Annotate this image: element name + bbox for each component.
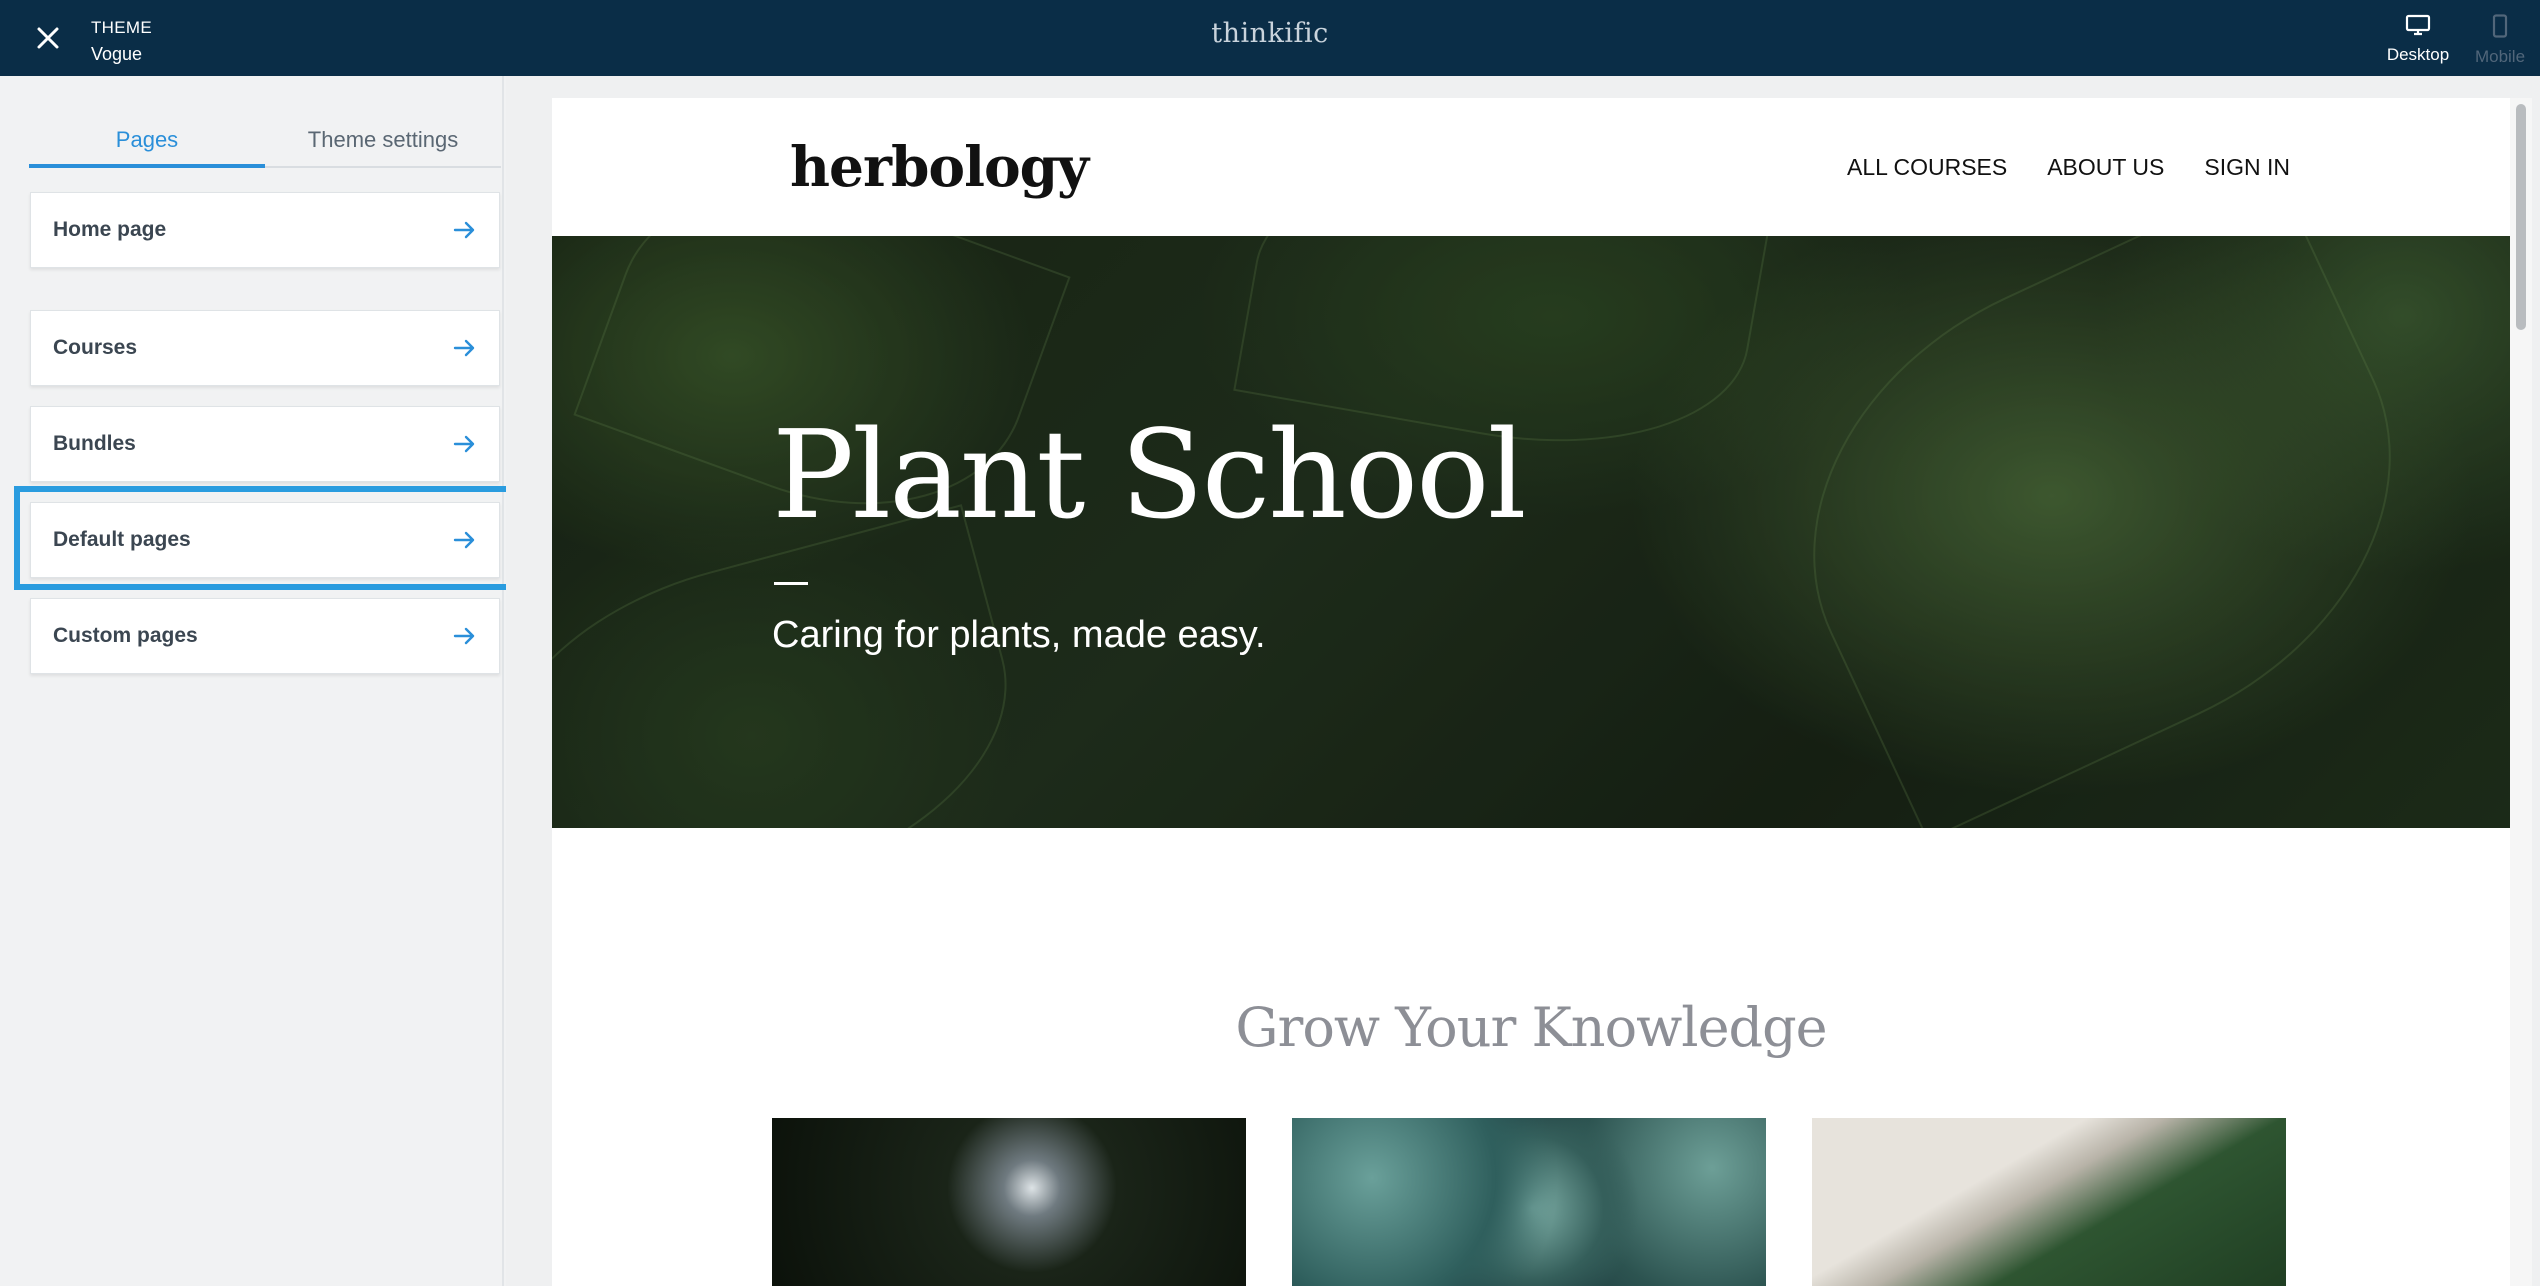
desktop-label: Desktop [2386, 45, 2450, 64]
theme-name: Vogue [91, 44, 143, 64]
page-item-label: Home page [53, 218, 167, 241]
sidebar: Pages Theme settings Home page Courses B… [0, 76, 516, 1286]
theme-caption: THEME [91, 18, 152, 37]
preview-area: herbology ALL COURSES ABOUT US SIGN IN P… [506, 76, 2540, 1286]
site-nav: ALL COURSES ABOUT US SIGN IN [1847, 154, 2290, 181]
page-item-label: Courses [53, 336, 138, 359]
sidebar-tabs: Pages Theme settings [29, 112, 501, 168]
hero-title: Plant School [772, 404, 1527, 546]
page-item-label: Custom pages [53, 624, 198, 647]
close-button[interactable] [28, 18, 68, 58]
page-item-custom-pages[interactable]: Custom pages [30, 598, 500, 674]
mobile-view-button[interactable]: Mobile [2460, 14, 2540, 67]
scrollbar-thumb[interactable] [2516, 104, 2526, 330]
site-preview: herbology ALL COURSES ABOUT US SIGN IN P… [552, 98, 2510, 1286]
arrow-right-icon [453, 627, 475, 645]
page-item-courses[interactable]: Courses [30, 310, 500, 386]
page-item-bundles[interactable]: Bundles [30, 406, 500, 482]
theme-info: THEME Vogue [91, 17, 152, 66]
course-card-image[interactable] [1292, 1118, 1766, 1286]
hero-banner: Plant School Caring for plants, made eas… [552, 236, 2510, 828]
close-icon [37, 27, 59, 49]
nav-sign-in[interactable]: SIGN IN [2204, 154, 2290, 181]
nav-about-us[interactable]: ABOUT US [2047, 154, 2164, 181]
hero-subtitle: Caring for plants, made easy. [772, 614, 1266, 656]
page-item-label: Default pages [53, 528, 191, 551]
tab-pages[interactable]: Pages [29, 112, 265, 168]
brand-logo: thinkific [1211, 18, 1329, 49]
course-card-image[interactable] [1812, 1118, 2286, 1286]
desktop-view-button[interactable]: Desktop [2378, 14, 2458, 65]
site-logo[interactable]: herbology [790, 134, 1089, 199]
section-title: Grow Your Knowledge [1235, 996, 1827, 1059]
course-card-image[interactable] [772, 1118, 1246, 1286]
desktop-icon [2405, 14, 2431, 36]
arrow-right-icon [453, 339, 475, 357]
hero-divider [774, 582, 808, 585]
arrow-right-icon [453, 531, 475, 549]
mobile-icon [2492, 14, 2508, 38]
arrow-right-icon [453, 435, 475, 453]
tab-theme-settings[interactable]: Theme settings [265, 112, 501, 168]
top-bar: THEME Vogue thinkific Desktop Mobile [0, 0, 2540, 76]
page-item-home[interactable]: Home page [30, 192, 500, 268]
preview-scrollbar[interactable] [2510, 98, 2532, 1286]
page-item-default-pages[interactable]: Default pages [30, 502, 500, 578]
page-item-label: Bundles [53, 432, 136, 455]
arrow-right-icon [453, 221, 475, 239]
mobile-label: Mobile [2474, 47, 2526, 66]
nav-all-courses[interactable]: ALL COURSES [1847, 154, 2007, 181]
